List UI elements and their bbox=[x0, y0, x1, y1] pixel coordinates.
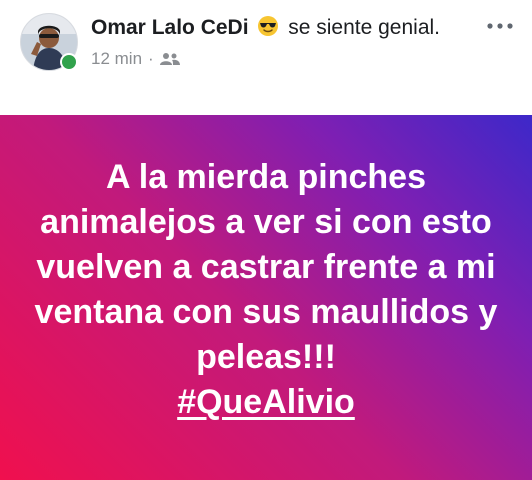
more-options-button[interactable] bbox=[480, 16, 520, 36]
post-background: A la mierda pinches animalejos a ver si … bbox=[0, 115, 532, 480]
timestamp[interactable]: 12 min bbox=[91, 45, 142, 72]
sunglasses-emoji-icon bbox=[258, 16, 279, 36]
hashtag-link[interactable]: #QueAlivio bbox=[177, 383, 355, 421]
author-name[interactable]: Omar Lalo CeDi bbox=[91, 16, 249, 39]
post-header: Omar Lalo CeDi se siente genial. 12 min … bbox=[0, 0, 532, 115]
post-body-text: A la mierda pinches animalejos a ver si … bbox=[34, 158, 498, 376]
post-subline: 12 min · bbox=[91, 45, 471, 72]
friends-icon[interactable] bbox=[159, 52, 180, 66]
more-options-icon bbox=[487, 23, 513, 29]
post-body: A la mierda pinches animalejos a ver si … bbox=[31, 155, 501, 425]
avatar[interactable] bbox=[20, 13, 80, 73]
feeling-text: se siente genial. bbox=[288, 16, 441, 39]
headline: Omar Lalo CeDi se siente genial. bbox=[91, 14, 471, 41]
online-status-indicator bbox=[60, 53, 78, 71]
separator: · bbox=[148, 49, 154, 68]
post-meta: Omar Lalo CeDi se siente genial. 12 min … bbox=[91, 14, 471, 72]
